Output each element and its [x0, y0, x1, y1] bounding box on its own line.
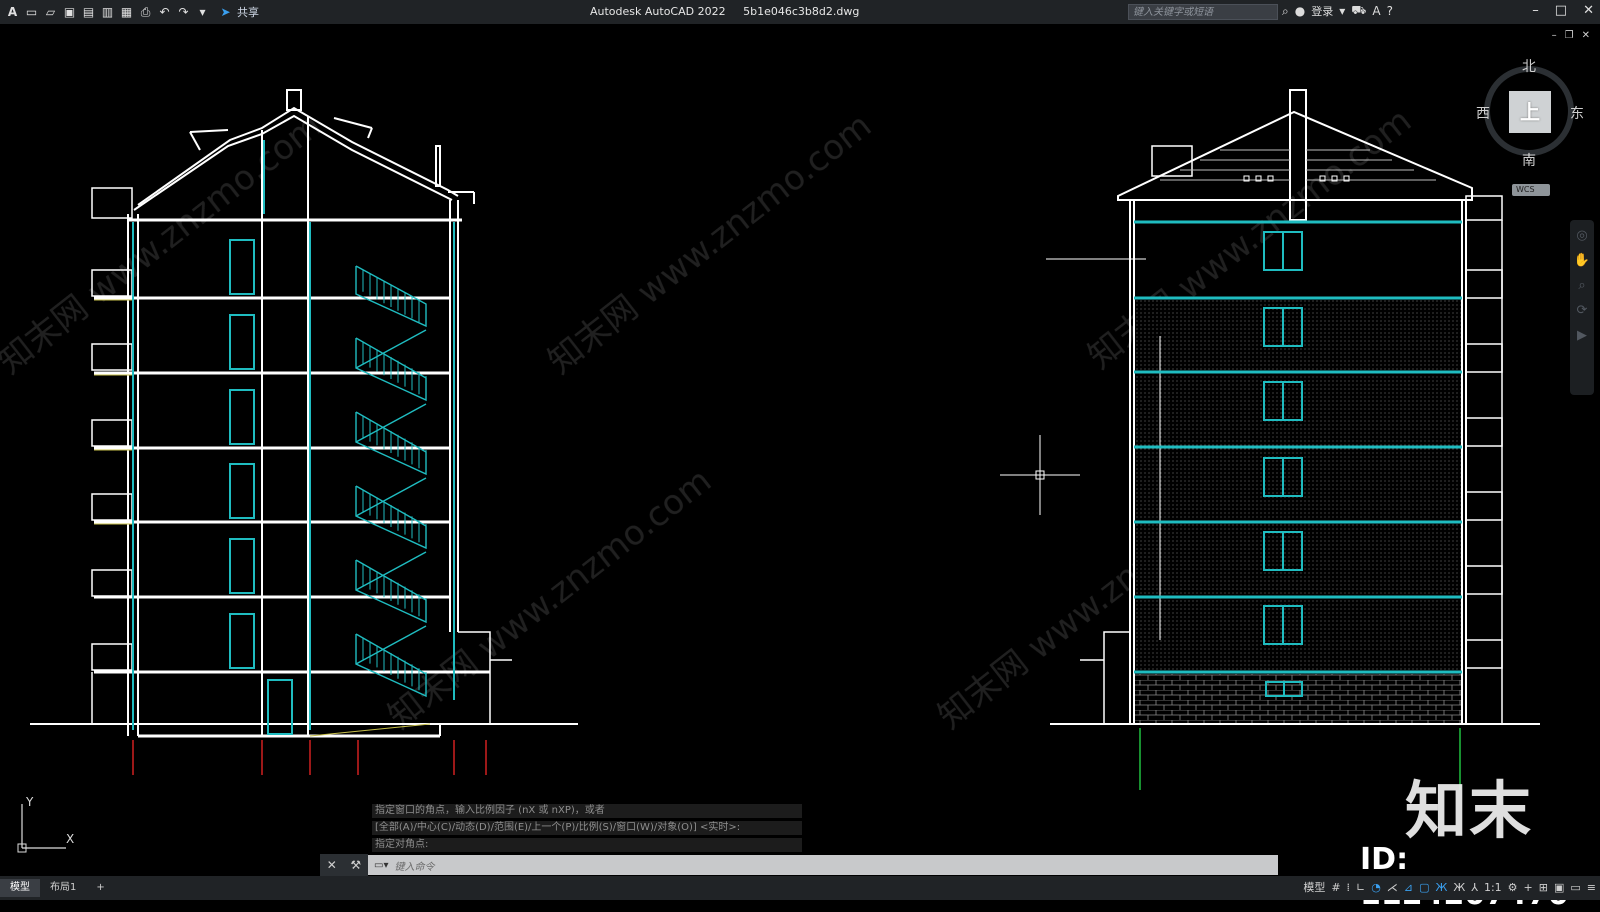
compass-west[interactable]: 西 — [1476, 103, 1490, 123]
workspace-icon[interactable]: ⊞ — [1539, 881, 1548, 894]
crosshair-cursor — [1000, 435, 1080, 515]
showmotion-icon[interactable]: ▶ — [1577, 328, 1587, 343]
status-bar: 模型 布局1 + 模型 # ⁞ ∟ ◔ ⋌ ⊿ ▢ Ж Ж ⅄ 1:1 ⚙ + … — [0, 876, 1600, 900]
model-space-button[interactable]: 模型 — [1303, 879, 1325, 895]
add-layout-icon[interactable]: + — [86, 879, 114, 897]
compass-south[interactable]: 南 — [1522, 150, 1536, 170]
command-line: ✕ ⚒ ▭▾ 键入命令 — [320, 854, 1278, 876]
drawing-canvas[interactable]: 知末网 www.znzmo.com 知末网 www.znzmo.com 知末网 … — [0, 0, 1600, 900]
command-placeholder: 键入命令 — [394, 861, 435, 873]
isodraft-icon[interactable]: ⋌ — [1387, 881, 1398, 894]
command-input[interactable]: ▭▾ 键入命令 — [368, 855, 1278, 875]
add-icon[interactable]: + — [1524, 881, 1533, 894]
compass-east[interactable]: 东 — [1570, 103, 1584, 123]
status-tools: 模型 # ⁞ ∟ ◔ ⋌ ⊿ ▢ Ж Ж ⅄ 1:1 ⚙ + ⊞ ▣ ▭ ≡ — [1303, 879, 1596, 895]
annotation-scale-icon[interactable]: ⅄ — [1471, 881, 1478, 894]
watermark-text: 知末网 www.znzmo.com — [381, 461, 719, 737]
gear-icon[interactable]: ⚙ — [1508, 881, 1518, 894]
command-history-line: 指定窗口的角点，输入比例因子 (nX 或 nXP)，或者 — [372, 804, 802, 818]
ucs-icon: Y X — [17, 796, 74, 853]
command-history-line: [全部(A)/中心(C)/动态(D)/范围(E)/上一个(P)/比例(S)/窗口… — [372, 821, 802, 835]
viewcube[interactable]: 上 北 南 西 东 — [1476, 59, 1584, 169]
watermark-logo: 知末 — [1405, 774, 1534, 847]
compass-north[interactable]: 北 — [1522, 56, 1536, 76]
command-history-line: 指定对角点: — [372, 838, 802, 852]
isolate-icon[interactable]: ▣ — [1554, 881, 1564, 894]
navigation-bar: ◎ ✋ ⌕ ⟳ ▶ — [1570, 220, 1594, 395]
viewcube-top-face[interactable]: 上 — [1509, 91, 1551, 133]
clean-screen-icon[interactable]: ▭ — [1570, 881, 1580, 894]
stair-balusters — [355, 266, 427, 694]
tab-model[interactable]: 模型 — [0, 879, 40, 897]
command-line-tools: ✕ ⚒ — [320, 854, 368, 876]
annotation-visibility-icon[interactable]: Ж — [1436, 881, 1448, 894]
zoom-icon[interactable]: ⌕ — [1578, 278, 1585, 293]
ucs-x-label: X — [66, 832, 74, 846]
section-axis-lines — [132, 740, 487, 775]
close-command-line-icon[interactable]: ✕ — [327, 858, 337, 872]
osnap-icon[interactable]: ⊿ — [1404, 881, 1413, 894]
tab-layout1[interactable]: 布局1 — [40, 879, 86, 897]
auto-scale-icon[interactable]: Ж — [1453, 881, 1465, 894]
customize-icon[interactable]: ⚒ — [350, 858, 361, 872]
watermark-text: 知末网 www.znzmo.com — [541, 106, 879, 382]
orbit-icon[interactable]: ⟳ — [1577, 303, 1588, 318]
snap-icon[interactable]: ⁞ — [1347, 881, 1351, 894]
command-history: 指定窗口的角点，输入比例因子 (nX 或 nXP)，或者 [全部(A)/中心(C… — [372, 804, 802, 855]
steering-wheel-icon[interactable]: ◎ — [1576, 228, 1587, 243]
otrack-icon[interactable]: ▢ — [1419, 881, 1429, 894]
polar-icon[interactable]: ◔ — [1371, 881, 1381, 894]
hamburger-menu-icon[interactable]: ≡ — [1587, 881, 1596, 894]
pan-icon[interactable]: ✋ — [1574, 253, 1590, 268]
watermark-text: 知末网 www.znzmo.com — [0, 106, 329, 382]
recent-commands-icon[interactable]: ▭▾ — [374, 860, 388, 871]
ucs-menu-button[interactable]: WCS — [1512, 184, 1550, 196]
ortho-icon[interactable]: ∟ — [1356, 881, 1365, 894]
ucs-y-label: Y — [25, 796, 34, 809]
annotation-scale-value[interactable]: 1:1 — [1484, 881, 1502, 894]
grid-icon[interactable]: # — [1331, 881, 1340, 894]
